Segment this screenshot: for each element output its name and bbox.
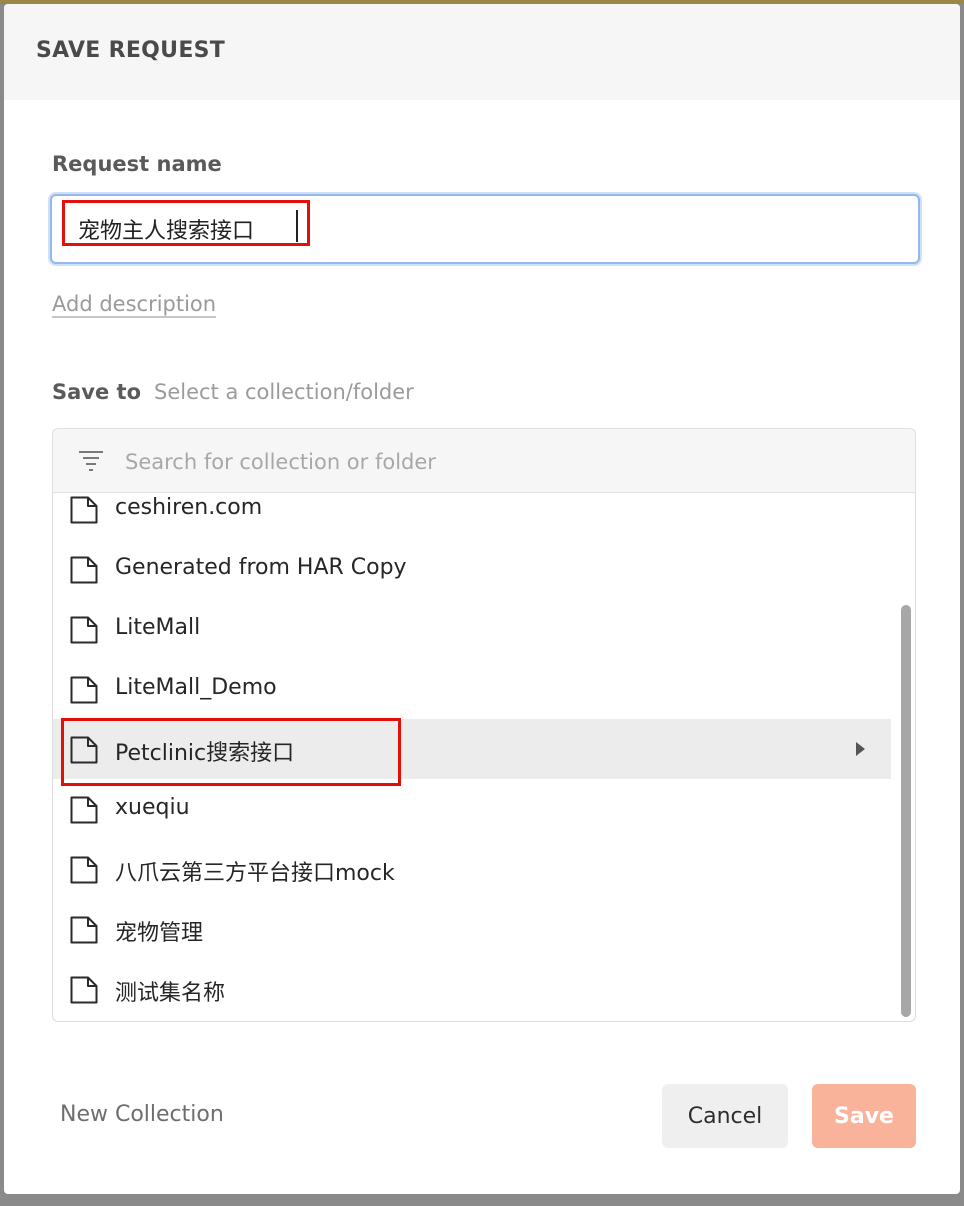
request-name-label: Request name [52,152,222,176]
scrollbar[interactable] [901,605,911,1017]
save-button[interactable]: Save [812,1084,916,1148]
collection-item-label: 测试集名称 [115,981,226,1006]
save-request-dialog: SAVE REQUEST Request name 宠物主人搜索接口 Add d… [4,4,960,1194]
collection-item[interactable]: xueqiu [53,779,891,839]
folder-icon [70,856,98,884]
dialog-title: SAVE REQUEST [36,38,226,63]
collection-item-label: LiteMall_Demo [115,675,277,700]
selected-collection-highlight-box [61,718,401,786]
folder-icon [70,976,98,1004]
request-name-highlight-box [62,200,310,246]
folder-icon [70,556,98,584]
dialog-header: SAVE REQUEST [4,4,960,100]
collection-search-input[interactable] [123,445,807,479]
chevron-right-icon[interactable] [856,742,865,756]
collection-item-label: Generated from HAR Copy [115,555,407,580]
new-collection-button[interactable]: New Collection [60,1102,224,1127]
collection-item-label: 八爪云第三方平台接口mock [115,861,395,886]
collection-item-label: xueqiu [115,795,190,820]
folder-icon [70,916,98,944]
folder-icon [70,496,98,524]
collection-item[interactable]: 测试集名称 [53,959,891,1019]
collection-item-label: 宠物管理 [115,921,204,946]
collection-item-label: LiteMall [115,615,201,640]
folder-icon [70,676,98,704]
collection-item[interactable]: ceshiren.com [53,479,891,539]
collection-item[interactable]: LiteMall [53,599,891,659]
filter-icon[interactable] [77,449,105,473]
folder-icon [70,616,98,644]
cancel-button[interactable]: Cancel [662,1084,788,1148]
collection-item[interactable]: 宠物管理 [53,899,891,959]
save-to-hint: Select a collection/folder [154,380,414,404]
scrollbar-thumb[interactable] [901,605,911,1017]
folder-icon [70,796,98,824]
collection-item-label: ceshiren.com [115,495,263,520]
collection-item[interactable]: 八爪云第三方平台接口mock [53,839,891,899]
collection-item[interactable]: LiteMall_Demo [53,659,891,719]
add-description-link[interactable]: Add description [52,292,216,316]
collection-item[interactable]: Generated from HAR Copy [53,539,891,599]
save-to-label: Save to [52,380,142,404]
